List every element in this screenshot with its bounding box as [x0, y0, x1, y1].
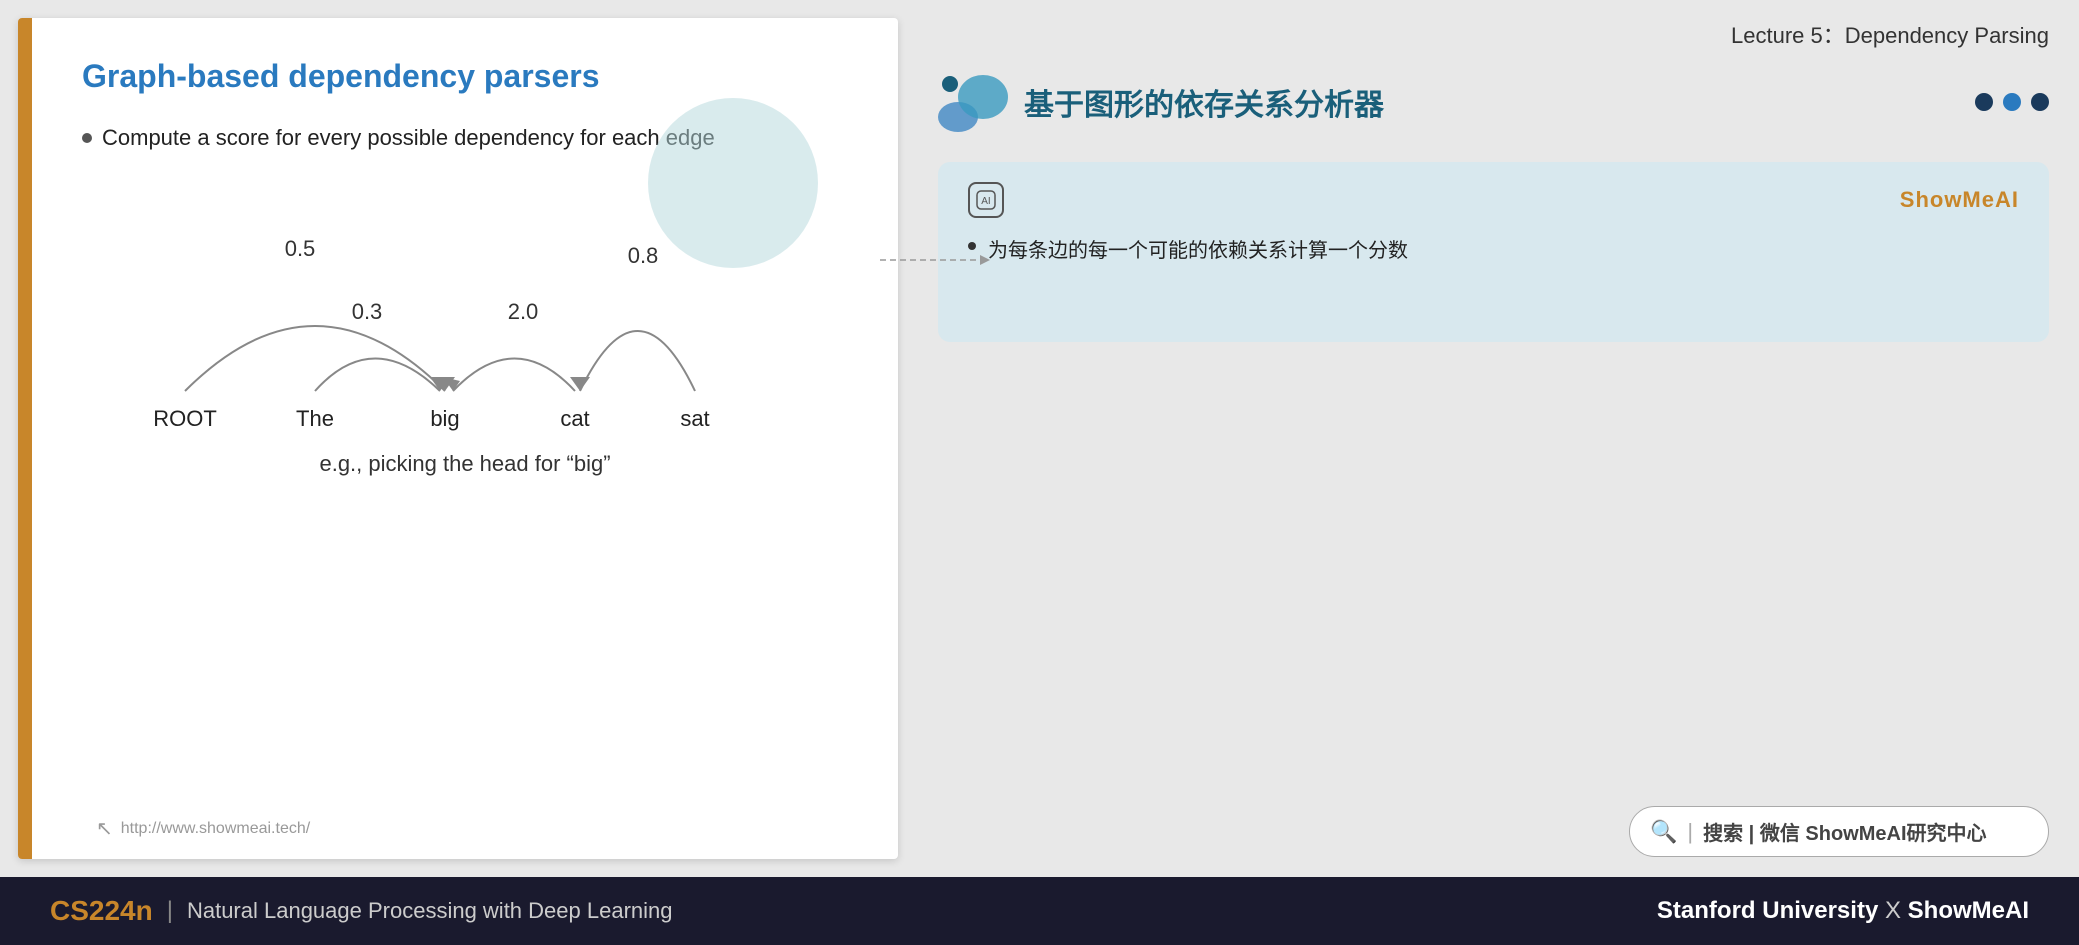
title-card-icon	[938, 72, 1008, 132]
card-title-text: 基于图形的依存关系分析器	[1024, 80, 1384, 124]
svg-text:0.8: 0.8	[628, 243, 659, 268]
bottom-divider: |	[167, 897, 173, 925]
slide-footer: ↖ http://www.showmeai.tech/	[96, 816, 310, 841]
bottom-right: Stanford University X ShowMeAI	[1657, 897, 2029, 925]
svg-text:0.3: 0.3	[352, 299, 383, 324]
bottom-bar: CS224n | Natural Language Processing wit…	[0, 877, 2079, 945]
example-text: e.g., picking the head for “big”	[82, 451, 848, 477]
search-label: 搜索 | 微信 ShowMeAI研究中心	[1703, 817, 1986, 846]
slide-accent-bar	[18, 18, 32, 859]
translation-bullet: 为每条边的每一个可能的依赖关系计算一个分数	[968, 234, 2019, 263]
svg-text:The: The	[296, 406, 334, 431]
right-panel: Lecture 5：Dependency Parsing 基于图形的依存关系分析…	[898, 0, 2079, 877]
translation-header: AI ShowMeAI	[968, 182, 2019, 218]
title-card: 基于图形的依存关系分析器	[938, 62, 2049, 142]
trans-bullet-dot	[968, 242, 976, 250]
showmeai-brand: ShowMeAI	[1900, 187, 2019, 213]
nav-dots	[1975, 93, 2049, 111]
nav-dot-1[interactable]	[1975, 93, 1993, 111]
svg-text:ROOT: ROOT	[153, 406, 217, 431]
search-bar[interactable]: 🔍 | 搜索 | 微信 ShowMeAI研究中心	[1629, 806, 2049, 857]
slide-title: Graph-based dependency parsers	[82, 58, 848, 95]
bottom-left: CS224n | Natural Language Processing wit…	[50, 895, 673, 927]
ai-icon: AI	[968, 182, 1004, 218]
lecture-header: Lecture 5：Dependency Parsing	[938, 0, 2049, 62]
nav-dot-2[interactable]	[2003, 93, 2021, 111]
svg-text:big: big	[430, 406, 459, 431]
course-code: CS224n	[50, 895, 153, 927]
search-icon: 🔍	[1650, 819, 1677, 845]
slide-panel: Graph-based dependency parsers Compute a…	[18, 18, 898, 859]
course-description: Natural Language Processing with Deep Le…	[187, 898, 673, 924]
cursor-icon: ↖	[96, 816, 113, 841]
svg-text:AI: AI	[981, 196, 990, 207]
svg-text:sat: sat	[680, 406, 709, 431]
svg-text:2.0: 2.0	[508, 299, 539, 324]
dependency-graph: 0.5 0.3 2.0	[82, 181, 848, 441]
nav-dot-3[interactable]	[2031, 93, 2049, 111]
svg-text:cat: cat	[560, 406, 589, 431]
bullet-dot	[82, 133, 92, 143]
svg-text:0.5: 0.5	[285, 236, 316, 261]
translation-box: AI ShowMeAI 为每条边的每一个可能的依赖关系计算一个分数	[938, 162, 2049, 342]
